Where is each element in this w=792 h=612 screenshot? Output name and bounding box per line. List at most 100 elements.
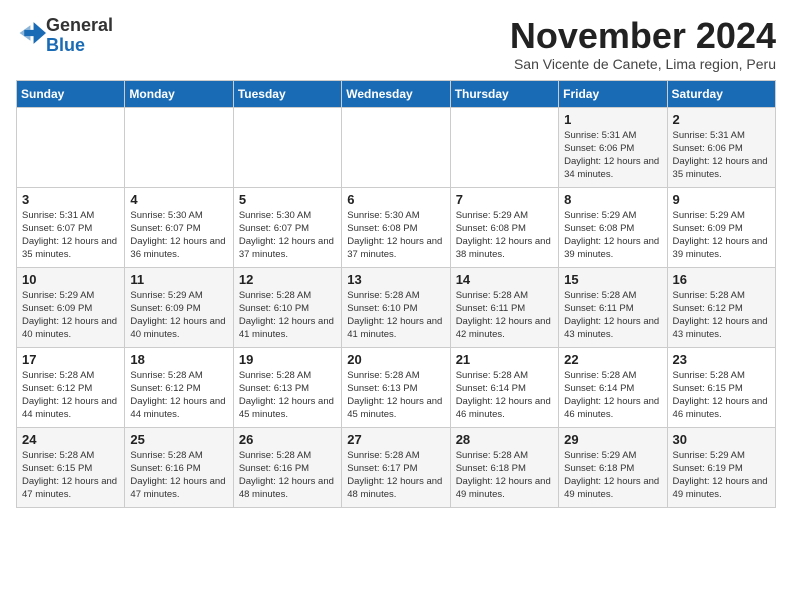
calendar-cell: 12 Sunrise: 5:28 AM Sunset: 6:10 PM Dayli… bbox=[233, 267, 341, 347]
calendar-cell bbox=[450, 107, 558, 187]
calendar-cell bbox=[17, 107, 125, 187]
day-info: Sunrise: 5:31 AM Sunset: 6:06 PM Dayligh… bbox=[564, 129, 661, 182]
calendar-cell: 28 Sunrise: 5:28 AM Sunset: 6:18 PM Dayli… bbox=[450, 427, 558, 507]
day-number: 24 bbox=[22, 432, 119, 447]
day-number: 18 bbox=[130, 352, 227, 367]
day-number: 23 bbox=[673, 352, 770, 367]
weekday-header-sunday: Sunday bbox=[17, 80, 125, 107]
day-number: 8 bbox=[564, 192, 661, 207]
week-row-5: 24 Sunrise: 5:28 AM Sunset: 6:15 PM Dayli… bbox=[17, 427, 776, 507]
calendar-cell: 3 Sunrise: 5:31 AM Sunset: 6:07 PM Daylig… bbox=[17, 187, 125, 267]
day-info: Sunrise: 5:31 AM Sunset: 6:06 PM Dayligh… bbox=[673, 129, 770, 182]
calendar-cell: 20 Sunrise: 5:28 AM Sunset: 6:13 PM Dayli… bbox=[342, 347, 450, 427]
day-info: Sunrise: 5:29 AM Sunset: 6:09 PM Dayligh… bbox=[673, 209, 770, 262]
calendar-cell: 23 Sunrise: 5:28 AM Sunset: 6:15 PM Dayli… bbox=[667, 347, 775, 427]
day-info: Sunrise: 5:29 AM Sunset: 6:18 PM Dayligh… bbox=[564, 449, 661, 502]
month-year-title: November 2024 bbox=[510, 16, 776, 56]
day-number: 1 bbox=[564, 112, 661, 127]
page-header: General Blue November 2024 San Vicente d… bbox=[16, 16, 776, 72]
week-row-2: 3 Sunrise: 5:31 AM Sunset: 6:07 PM Daylig… bbox=[17, 187, 776, 267]
logo-icon bbox=[18, 19, 46, 47]
day-info: Sunrise: 5:30 AM Sunset: 6:07 PM Dayligh… bbox=[130, 209, 227, 262]
day-info: Sunrise: 5:28 AM Sunset: 6:18 PM Dayligh… bbox=[456, 449, 553, 502]
weekday-header-wednesday: Wednesday bbox=[342, 80, 450, 107]
calendar-cell: 7 Sunrise: 5:29 AM Sunset: 6:08 PM Daylig… bbox=[450, 187, 558, 267]
day-number: 25 bbox=[130, 432, 227, 447]
day-number: 9 bbox=[673, 192, 770, 207]
day-number: 12 bbox=[239, 272, 336, 287]
day-info: Sunrise: 5:29 AM Sunset: 6:08 PM Dayligh… bbox=[564, 209, 661, 262]
day-number: 17 bbox=[22, 352, 119, 367]
day-info: Sunrise: 5:28 AM Sunset: 6:16 PM Dayligh… bbox=[239, 449, 336, 502]
day-number: 21 bbox=[456, 352, 553, 367]
day-number: 5 bbox=[239, 192, 336, 207]
day-number: 13 bbox=[347, 272, 444, 287]
calendar-cell: 15 Sunrise: 5:28 AM Sunset: 6:11 PM Dayli… bbox=[559, 267, 667, 347]
calendar-cell: 26 Sunrise: 5:28 AM Sunset: 6:16 PM Dayli… bbox=[233, 427, 341, 507]
day-info: Sunrise: 5:28 AM Sunset: 6:12 PM Dayligh… bbox=[673, 289, 770, 342]
day-info: Sunrise: 5:28 AM Sunset: 6:13 PM Dayligh… bbox=[239, 369, 336, 422]
day-number: 29 bbox=[564, 432, 661, 447]
day-info: Sunrise: 5:28 AM Sunset: 6:11 PM Dayligh… bbox=[564, 289, 661, 342]
day-info: Sunrise: 5:28 AM Sunset: 6:14 PM Dayligh… bbox=[564, 369, 661, 422]
calendar-cell bbox=[125, 107, 233, 187]
day-number: 11 bbox=[130, 272, 227, 287]
day-info: Sunrise: 5:28 AM Sunset: 6:12 PM Dayligh… bbox=[22, 369, 119, 422]
day-info: Sunrise: 5:28 AM Sunset: 6:12 PM Dayligh… bbox=[130, 369, 227, 422]
day-info: Sunrise: 5:28 AM Sunset: 6:15 PM Dayligh… bbox=[22, 449, 119, 502]
day-info: Sunrise: 5:30 AM Sunset: 6:07 PM Dayligh… bbox=[239, 209, 336, 262]
day-number: 28 bbox=[456, 432, 553, 447]
day-number: 22 bbox=[564, 352, 661, 367]
weekday-header-tuesday: Tuesday bbox=[233, 80, 341, 107]
calendar-cell: 18 Sunrise: 5:28 AM Sunset: 6:12 PM Dayli… bbox=[125, 347, 233, 427]
calendar-cell: 17 Sunrise: 5:28 AM Sunset: 6:12 PM Dayli… bbox=[17, 347, 125, 427]
calendar-cell: 2 Sunrise: 5:31 AM Sunset: 6:06 PM Daylig… bbox=[667, 107, 775, 187]
calendar-cell: 10Sunrise: 5:29 AM Sunset: 6:09 PM Dayli… bbox=[17, 267, 125, 347]
calendar-cell bbox=[342, 107, 450, 187]
calendar-cell: 16Sunrise: 5:28 AM Sunset: 6:12 PM Dayli… bbox=[667, 267, 775, 347]
calendar-cell: 30 Sunrise: 5:29 AM Sunset: 6:19 PM Dayli… bbox=[667, 427, 775, 507]
calendar-cell: 27 Sunrise: 5:28 AM Sunset: 6:17 PM Dayli… bbox=[342, 427, 450, 507]
day-info: Sunrise: 5:30 AM Sunset: 6:08 PM Dayligh… bbox=[347, 209, 444, 262]
weekday-header-thursday: Thursday bbox=[450, 80, 558, 107]
day-info: Sunrise: 5:28 AM Sunset: 6:15 PM Dayligh… bbox=[673, 369, 770, 422]
day-number: 10 bbox=[22, 272, 119, 287]
day-number: 26 bbox=[239, 432, 336, 447]
calendar-cell: 11 Sunrise: 5:29 AM Sunset: 6:09 PM Dayli… bbox=[125, 267, 233, 347]
day-info: Sunrise: 5:28 AM Sunset: 6:16 PM Dayligh… bbox=[130, 449, 227, 502]
calendar-cell: 19Sunrise: 5:28 AM Sunset: 6:13 PM Dayli… bbox=[233, 347, 341, 427]
day-info: Sunrise: 5:28 AM Sunset: 6:13 PM Dayligh… bbox=[347, 369, 444, 422]
week-row-4: 17 Sunrise: 5:28 AM Sunset: 6:12 PM Dayli… bbox=[17, 347, 776, 427]
calendar-cell: 24 Sunrise: 5:28 AM Sunset: 6:15 PM Dayli… bbox=[17, 427, 125, 507]
calendar-cell: 1 Sunrise: 5:31 AM Sunset: 6:06 PM Daylig… bbox=[559, 107, 667, 187]
day-info: Sunrise: 5:29 AM Sunset: 6:19 PM Dayligh… bbox=[673, 449, 770, 502]
calendar-cell: 14 Sunrise: 5:28 AM Sunset: 6:11 PM Dayli… bbox=[450, 267, 558, 347]
day-number: 3 bbox=[22, 192, 119, 207]
weekday-header-monday: Monday bbox=[125, 80, 233, 107]
calendar-table: SundayMondayTuesdayWednesdayThursdayFrid… bbox=[16, 80, 776, 508]
day-info: Sunrise: 5:28 AM Sunset: 6:14 PM Dayligh… bbox=[456, 369, 553, 422]
day-info: Sunrise: 5:31 AM Sunset: 6:07 PM Dayligh… bbox=[22, 209, 119, 262]
day-info: Sunrise: 5:28 AM Sunset: 6:17 PM Dayligh… bbox=[347, 449, 444, 502]
calendar-cell bbox=[233, 107, 341, 187]
weekday-header-saturday: Saturday bbox=[667, 80, 775, 107]
day-info: Sunrise: 5:29 AM Sunset: 6:08 PM Dayligh… bbox=[456, 209, 553, 262]
day-number: 15 bbox=[564, 272, 661, 287]
day-number: 14 bbox=[456, 272, 553, 287]
calendar-cell: 22 Sunrise: 5:28 AM Sunset: 6:14 PM Dayli… bbox=[559, 347, 667, 427]
location-subtitle: San Vicente de Canete, Lima region, Peru bbox=[510, 56, 776, 72]
calendar-cell: 29 Sunrise: 5:29 AM Sunset: 6:18 PM Dayli… bbox=[559, 427, 667, 507]
day-info: Sunrise: 5:28 AM Sunset: 6:10 PM Dayligh… bbox=[347, 289, 444, 342]
day-number: 30 bbox=[673, 432, 770, 447]
day-info: Sunrise: 5:28 AM Sunset: 6:10 PM Dayligh… bbox=[239, 289, 336, 342]
day-number: 27 bbox=[347, 432, 444, 447]
day-number: 2 bbox=[673, 112, 770, 127]
day-info: Sunrise: 5:29 AM Sunset: 6:09 PM Dayligh… bbox=[130, 289, 227, 342]
day-number: 7 bbox=[456, 192, 553, 207]
calendar-cell: 13 Sunrise: 5:28 AM Sunset: 6:10 PM Dayli… bbox=[342, 267, 450, 347]
calendar-cell: 5 Sunrise: 5:30 AM Sunset: 6:07 PM Daylig… bbox=[233, 187, 341, 267]
calendar-cell: 4Sunrise: 5:30 AM Sunset: 6:07 PM Daylig… bbox=[125, 187, 233, 267]
day-number: 20 bbox=[347, 352, 444, 367]
week-row-3: 10 Sunrise: 5:29 AM Sunset: 6:09 PM Dayli… bbox=[17, 267, 776, 347]
day-info: Sunrise: 5:28 AM Sunset: 6:11 PM Dayligh… bbox=[456, 289, 553, 342]
